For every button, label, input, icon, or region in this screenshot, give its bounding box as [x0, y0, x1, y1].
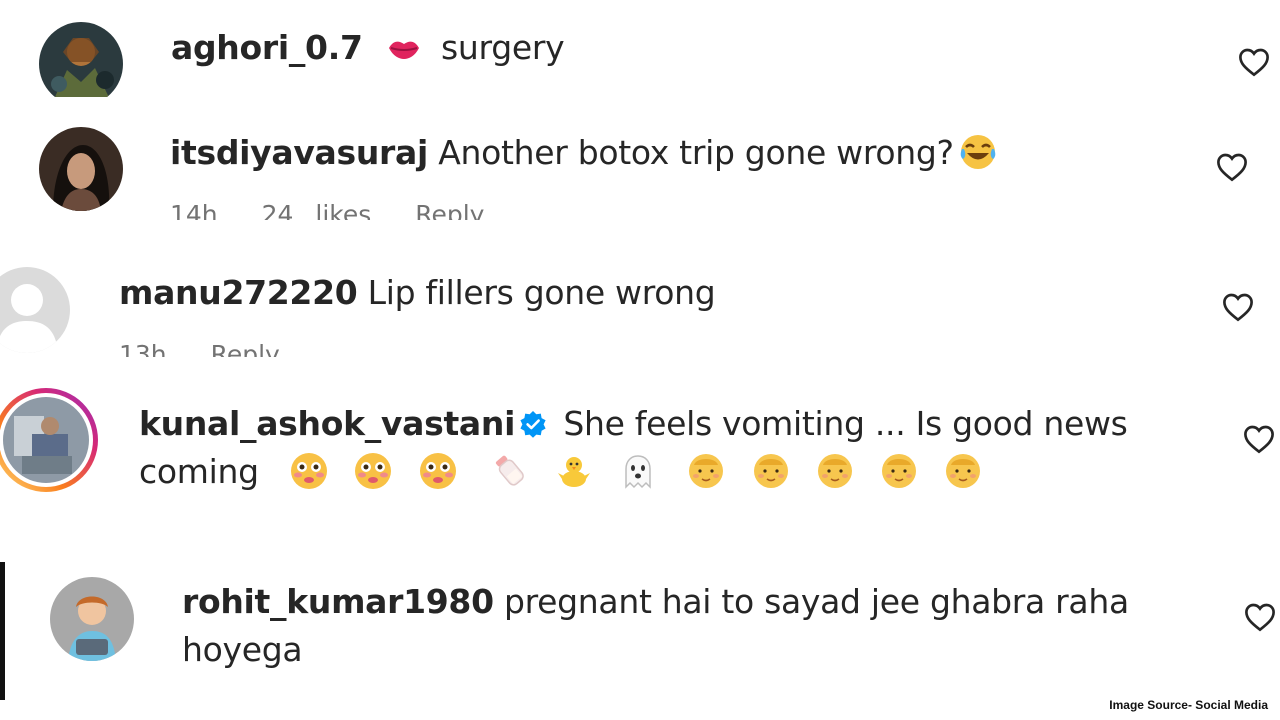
lips-icon — [387, 31, 421, 65]
reply-button[interactable]: Reply — [211, 340, 280, 357]
hatching-chick-icon — [554, 451, 594, 491]
comment-username[interactable]: itsdiyavasuraj — [170, 133, 428, 172]
flushed-face-icon — [353, 451, 393, 491]
baby-icon — [751, 451, 791, 491]
baby-icon — [943, 451, 983, 491]
comment-text-continued: coming — [139, 452, 259, 491]
comment-meta: 13h Reply — [119, 340, 302, 357]
flushed-face-icon — [418, 451, 458, 491]
reply-button[interactable]: Reply — [415, 200, 484, 220]
comment-text: surgery — [441, 28, 565, 67]
comment-username[interactable]: rohit_kumar1980 — [182, 582, 494, 621]
like-heart-icon[interactable] — [1222, 292, 1254, 322]
crop-border — [0, 562, 5, 700]
avatar[interactable] — [0, 267, 70, 353]
comment-likes[interactable]: 24 likes — [262, 200, 372, 220]
comment-item: rohit_kumar1980 pregnant hai to sayad je… — [6, 562, 1280, 700]
comment-username[interactable]: aghori_0.7 — [171, 28, 363, 67]
comment-username[interactable]: kunal_ashok_vastani — [139, 404, 515, 443]
flushed-face-icon — [289, 451, 329, 491]
ghost-icon — [618, 451, 658, 491]
comment-item: manu272220 Lip fillers gone wrong 13h Re… — [0, 245, 1280, 357]
comment-item: aghori_0.7 surgery — [0, 0, 1280, 97]
avatar[interactable] — [50, 577, 134, 661]
image-source-caption: Image Source- Social Media — [1109, 698, 1268, 712]
avatar[interactable] — [39, 127, 123, 211]
like-heart-icon[interactable] — [1216, 152, 1248, 182]
comment-text: pregnant hai to sayad jee ghabra raha — [503, 582, 1129, 621]
baby-bottle-icon — [490, 451, 530, 491]
like-heart-icon[interactable] — [1244, 602, 1276, 632]
comment-time: 13h — [119, 340, 167, 357]
comments-screenshot: aghori_0.7 surgery itsdiyavasuraj Anothe… — [0, 0, 1280, 720]
comment-time: 14h — [170, 200, 218, 220]
comment-text: She feels vomiting ... Is good news — [563, 404, 1128, 443]
comment-meta: 14h 24 likes Reply — [170, 200, 506, 220]
verified-badge-icon — [519, 410, 547, 438]
comment-text-continued: hoyega — [182, 630, 303, 669]
baby-icon — [879, 451, 919, 491]
comment-text: Another botox trip gone wrong? — [438, 133, 954, 172]
avatar[interactable] — [39, 22, 123, 97]
comment-item: kunal_ashok_vastani She feels vomiting .… — [0, 378, 1280, 503]
story-ring-avatar[interactable] — [0, 386, 100, 494]
baby-icon — [815, 451, 855, 491]
like-heart-icon[interactable] — [1238, 47, 1270, 77]
like-heart-icon[interactable] — [1243, 424, 1275, 454]
comment-text: Lip fillers gone wrong — [367, 273, 716, 312]
baby-icon — [686, 451, 726, 491]
face-with-tears-of-joy-icon — [958, 132, 998, 172]
comment-item: itsdiyavasuraj Another botox trip gone w… — [0, 106, 1280, 220]
comment-username[interactable]: manu272220 — [119, 273, 358, 312]
